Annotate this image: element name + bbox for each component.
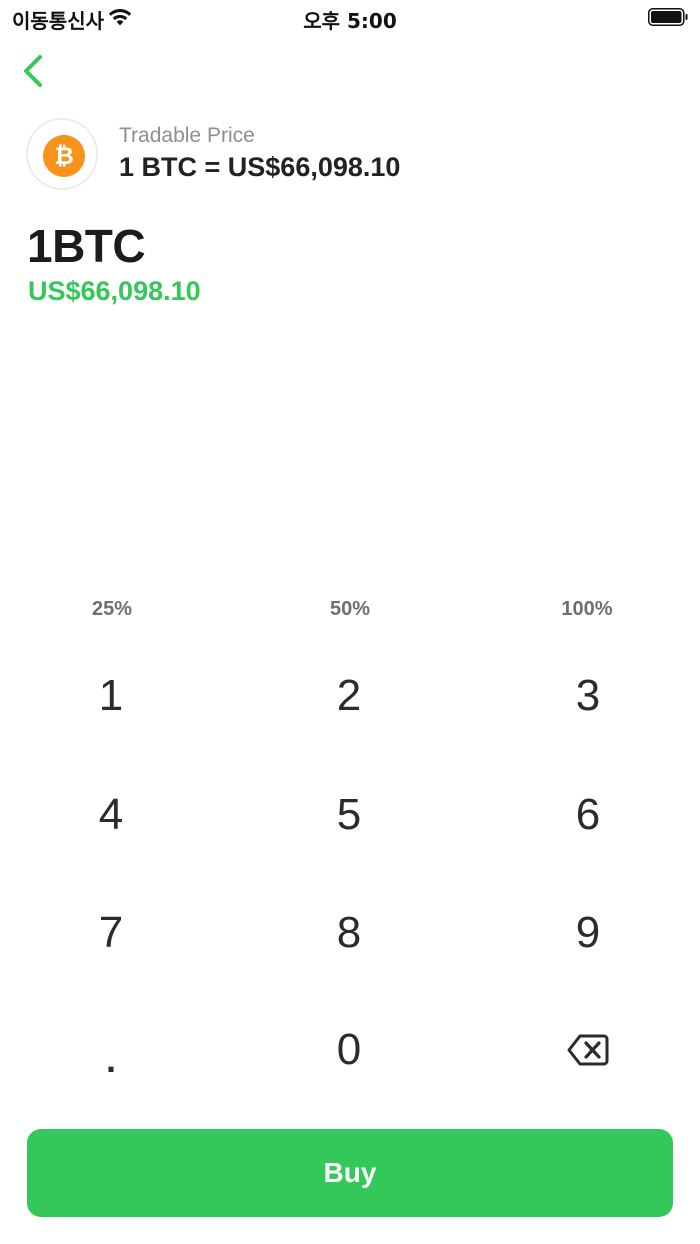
key-0[interactable]: 0 bbox=[249, 1000, 449, 1100]
key-decimal[interactable]: . bbox=[11, 1010, 211, 1110]
tradable-price-value: 1 BTC = US$66,098.10 bbox=[119, 152, 401, 182]
key-6[interactable]: 6 bbox=[488, 765, 688, 865]
key-1[interactable]: 1 bbox=[11, 646, 211, 746]
key-2[interactable]: 2 bbox=[249, 646, 449, 746]
key-8[interactable]: 8 bbox=[249, 883, 449, 983]
amount-crypto: 1BTC bbox=[27, 220, 146, 272]
key-9[interactable]: 9 bbox=[488, 883, 688, 983]
key-5[interactable]: 5 bbox=[249, 765, 449, 865]
svg-text:₿: ₿ bbox=[54, 142, 74, 170]
status-time: 오후 5:00 bbox=[303, 9, 397, 33]
back-button[interactable] bbox=[16, 50, 56, 92]
amount-fiat: US$66,098.10 bbox=[28, 276, 201, 306]
bitcoin-icon: ₿ bbox=[43, 135, 85, 177]
key-7[interactable]: 7 bbox=[11, 883, 211, 983]
buy-button[interactable]: Buy bbox=[27, 1129, 673, 1217]
percent-25-button[interactable]: 25% bbox=[52, 598, 172, 621]
key-3[interactable]: 3 bbox=[488, 646, 688, 746]
tradable-price-label: Tradable Price bbox=[119, 124, 255, 147]
percent-100-button[interactable]: 100% bbox=[527, 598, 647, 621]
percent-50-button[interactable]: 50% bbox=[290, 598, 410, 621]
backspace-button[interactable] bbox=[488, 1000, 688, 1100]
chevron-left-icon bbox=[24, 55, 42, 87]
coin-avatar: ₿ bbox=[26, 118, 98, 190]
backspace-icon bbox=[567, 1034, 609, 1066]
battery-full-icon bbox=[648, 8, 688, 26]
key-4[interactable]: 4 bbox=[11, 765, 211, 865]
status-bar: 이동통신사 오후 5:00 bbox=[0, 0, 700, 36]
